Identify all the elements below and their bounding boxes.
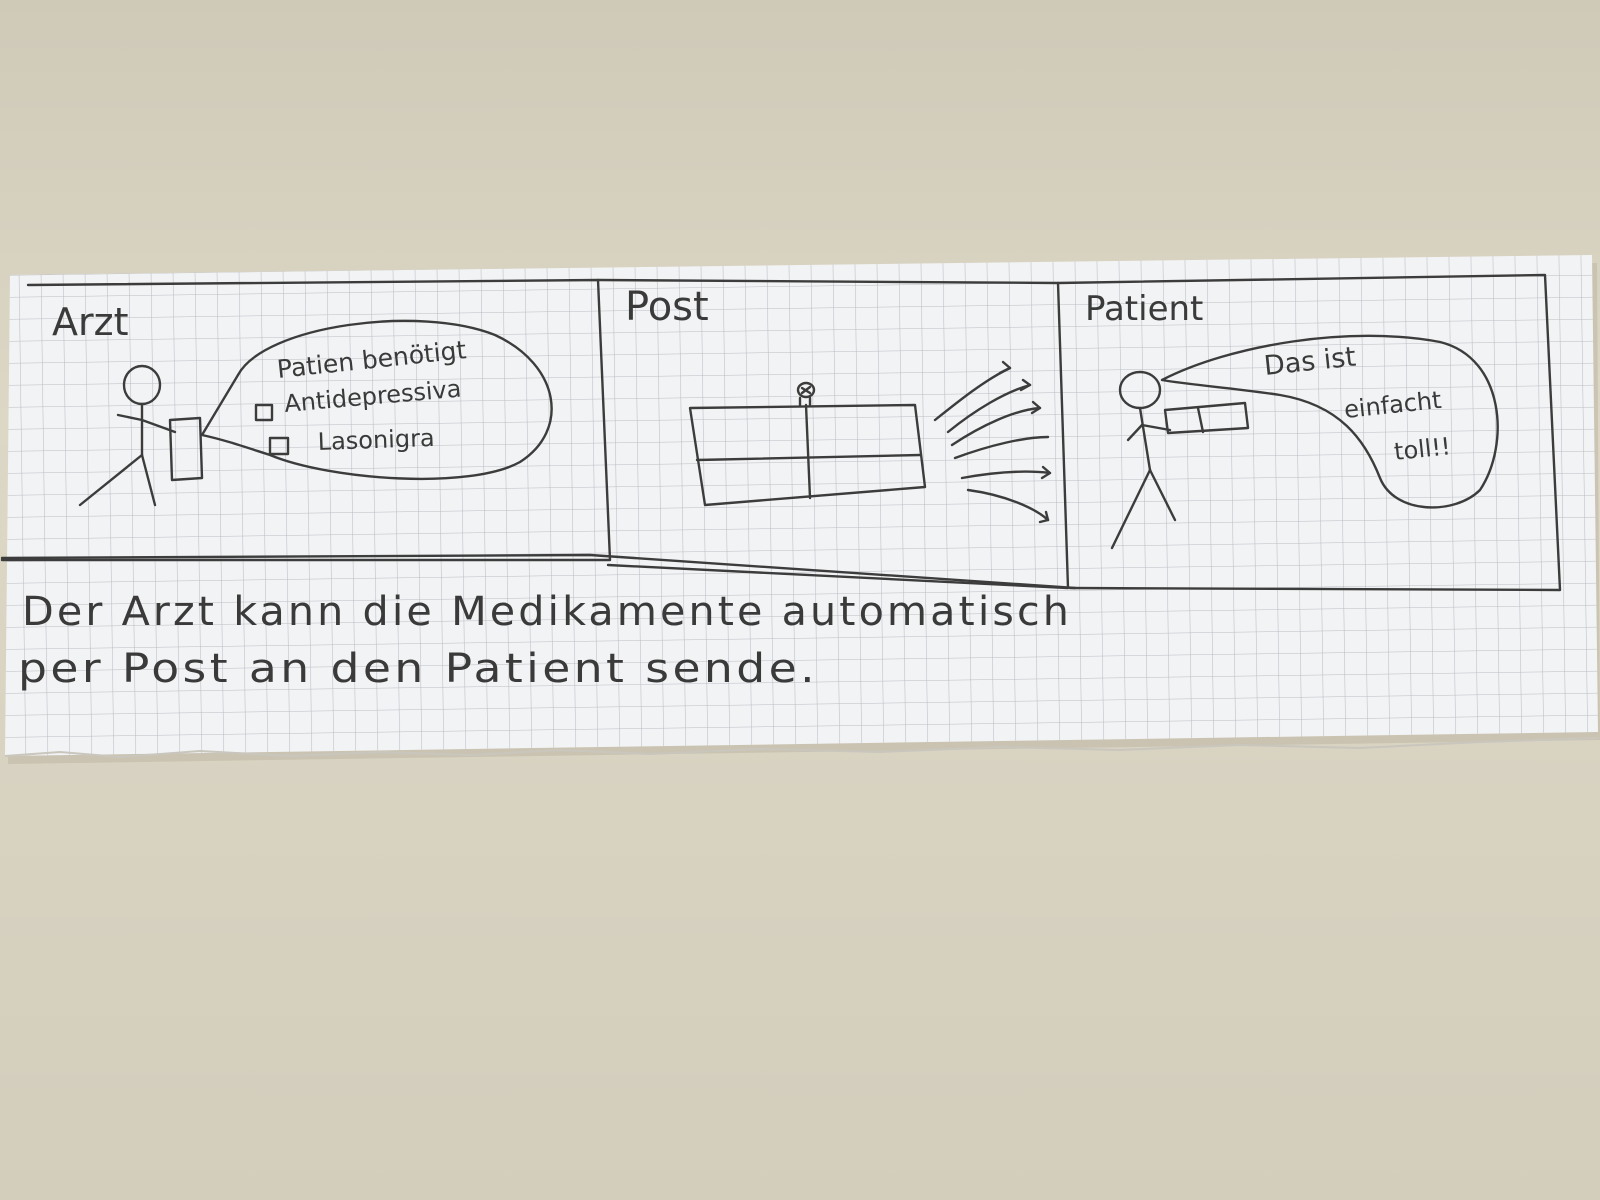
photo-scene: Arzt Patien benötigt Antidepressiva Laso… bbox=[0, 0, 1600, 1200]
paper-sheet bbox=[4, 255, 1599, 759]
patient-speech-line-3: toll!! bbox=[1393, 432, 1452, 466]
panel-title-arzt: Arzt bbox=[52, 300, 128, 344]
option-lasonigra: Lasonigra bbox=[317, 424, 435, 456]
caption-line-1: Der Arzt kann die Medikamente automatisc… bbox=[22, 589, 1072, 635]
panel-title-post: Post bbox=[625, 284, 709, 330]
caption-line-2: per Post an den Patient sende. bbox=[18, 646, 818, 692]
panel-title-patient: Patient bbox=[1085, 289, 1203, 329]
